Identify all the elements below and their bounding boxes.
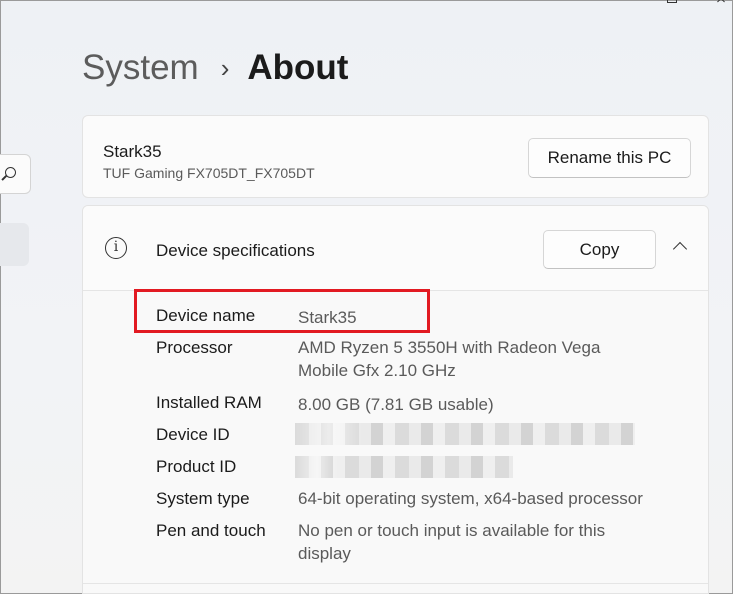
- window-controls: [665, 0, 727, 6]
- rename-pc-button[interactable]: Rename this PC: [528, 138, 691, 178]
- copy-button[interactable]: Copy: [543, 230, 656, 269]
- spec-label: Installed RAM: [156, 393, 262, 412]
- spec-label: Device ID: [156, 425, 230, 444]
- chevron-right-icon: ›: [220, 52, 230, 83]
- redacted-value: [295, 423, 635, 445]
- spec-label: System type: [156, 489, 250, 508]
- close-icon[interactable]: [715, 0, 727, 6]
- pc-name-card: Stark35 TUF Gaming FX705DT_FX705DT Renam…: [82, 115, 709, 198]
- chevron-up-icon[interactable]: [672, 241, 688, 257]
- spec-value: 8.00 GB (7.81 GB usable): [298, 395, 494, 414]
- section-title: Device specifications: [156, 241, 315, 260]
- search-icon: [5, 167, 16, 178]
- device-specifications-card: i Device specifications Copy Device name…: [82, 205, 709, 594]
- divider: [83, 583, 708, 584]
- spec-value: 64-bit operating system, x64-based proce…: [298, 489, 643, 508]
- nav-selected-item[interactable]: [0, 223, 29, 266]
- redacted-value: [295, 456, 513, 478]
- device-specifications-header[interactable]: i Device specifications Copy: [83, 206, 708, 291]
- spec-label: Processor: [156, 338, 233, 357]
- info-icon: i: [105, 237, 127, 259]
- highlight-box: [134, 289, 430, 333]
- spec-value: No pen or touch input is available for t…: [298, 521, 606, 563]
- spec-label: Product ID: [156, 457, 237, 476]
- breadcrumb: System › About: [82, 48, 348, 88]
- spec-value: AMD Ryzen 5 3550H with Radeon Vega Mobil…: [298, 338, 601, 380]
- page-title: About: [247, 48, 349, 87]
- spec-label: Pen and touch: [156, 521, 266, 540]
- maximize-icon[interactable]: [665, 0, 677, 6]
- nav-search-box[interactable]: [0, 154, 31, 194]
- breadcrumb-parent[interactable]: System: [82, 48, 199, 88]
- pc-name: Stark35: [103, 142, 162, 161]
- pc-model: TUF Gaming FX705DT_FX705DT: [103, 165, 315, 181]
